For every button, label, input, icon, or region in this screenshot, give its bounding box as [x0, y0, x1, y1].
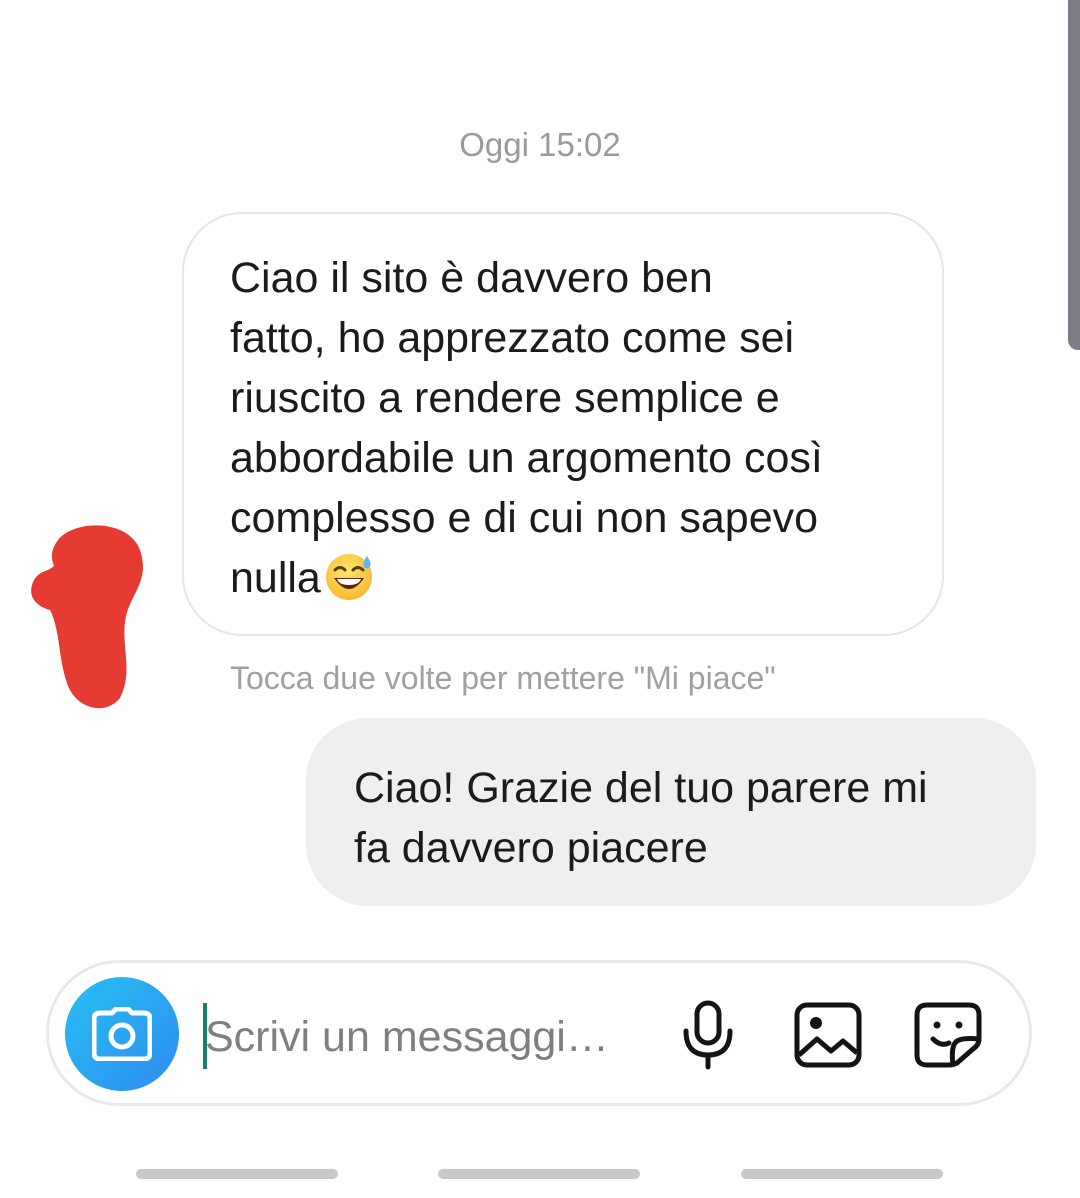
incoming-message-text: Ciao il sito è davvero ben fatto, ho app…: [230, 248, 902, 618]
scroll-indicator[interactable]: [1068, 0, 1080, 350]
nav-home-button[interactable]: [438, 1169, 640, 1179]
outgoing-message-bubble[interactable]: Ciao! Grazie del tuo parere mi fa davver…: [306, 718, 1036, 906]
incoming-message-bubble[interactable]: Ciao il sito è davvero ben fatto, ho app…: [182, 212, 944, 636]
system-navigation-bar: [0, 1169, 1080, 1181]
camera-button[interactable]: [65, 977, 179, 1091]
conversation-timestamp: Oggi 15:02: [459, 126, 621, 163]
microphone-icon[interactable]: [679, 999, 737, 1076]
nav-back-button[interactable]: [741, 1169, 943, 1179]
outgoing-message-text: Ciao! Grazie del tuo parere mi fa davver…: [354, 764, 928, 872]
gallery-icon[interactable]: [793, 1001, 863, 1074]
sender-avatar-redacted[interactable]: [28, 520, 148, 715]
sticker-icon[interactable]: [913, 1001, 983, 1074]
nav-recents-button[interactable]: [136, 1169, 338, 1179]
camera-icon: [92, 1007, 152, 1061]
chat-screen: Oggi 15:02 Ciao il sito è davvero ben fa…: [0, 0, 1080, 1198]
message-input[interactable]: [205, 1007, 665, 1067]
grinning-face-with-sweat-icon: [323, 550, 375, 618]
message-composer: [46, 960, 1032, 1106]
double-tap-like-hint: Tocca due volte per mettere "Mi piace": [230, 660, 776, 696]
